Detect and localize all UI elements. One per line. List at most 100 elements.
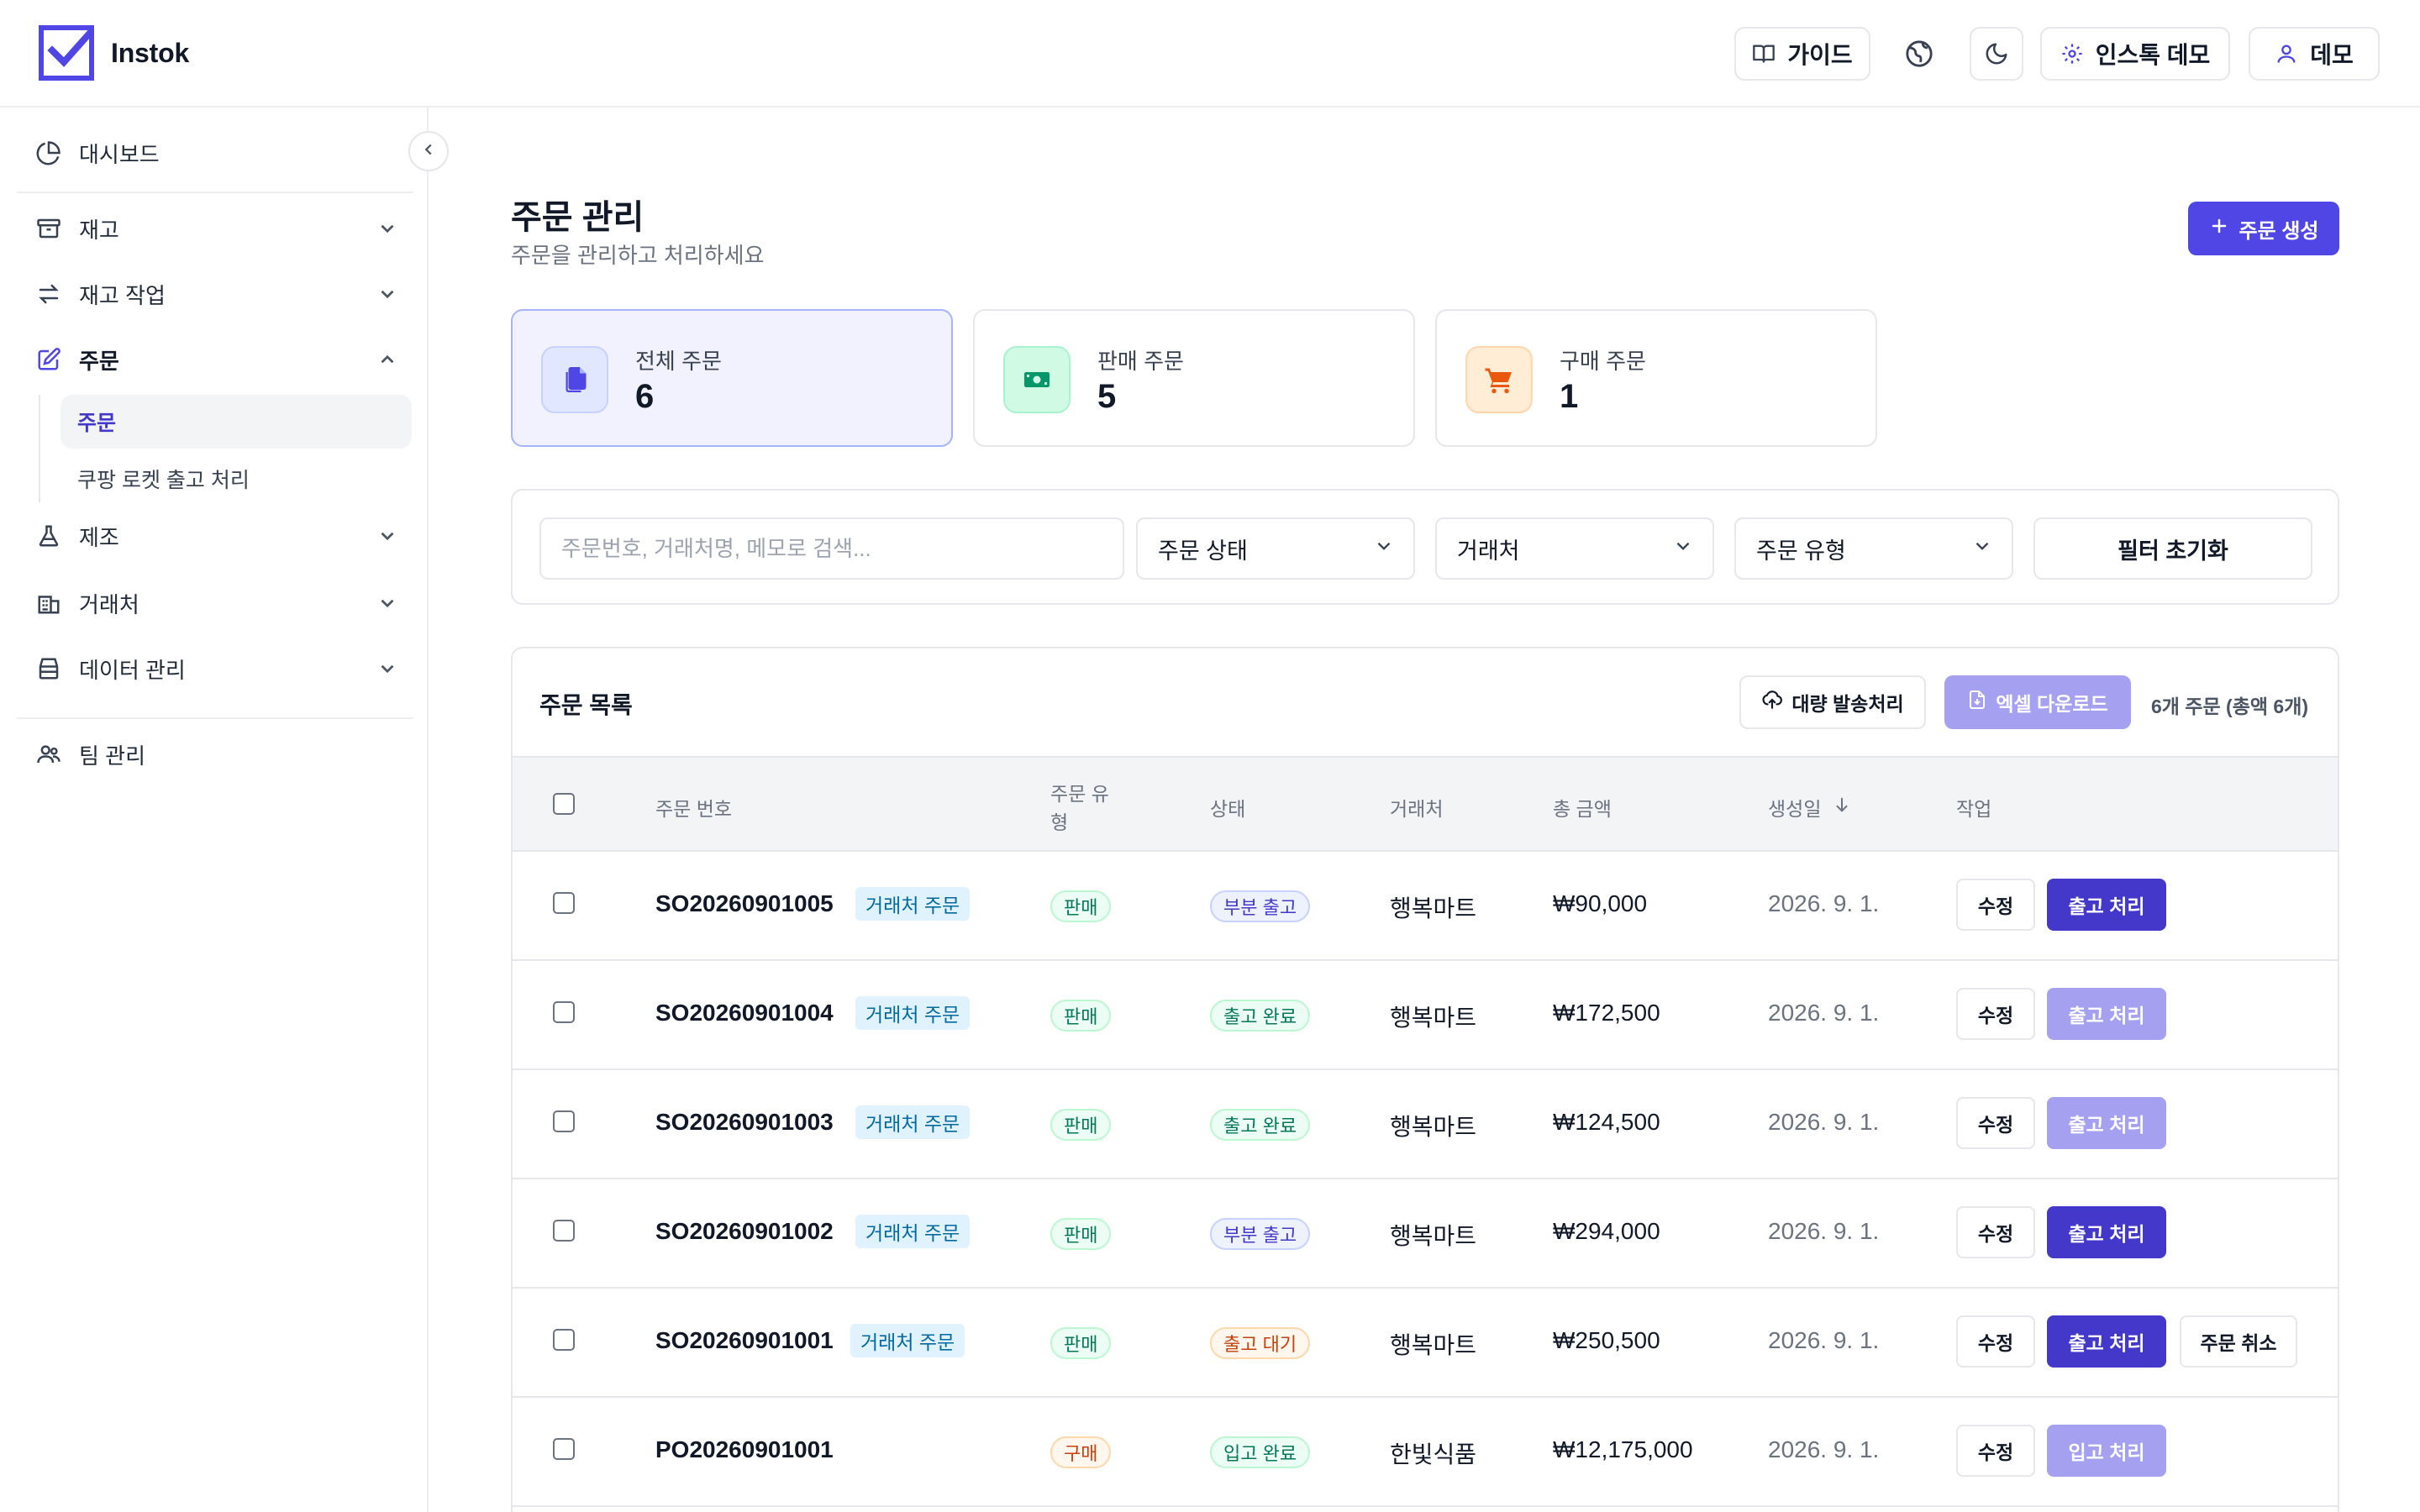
reset-filters-button[interactable]: 필터 초기화 [2033, 517, 2312, 580]
gear-icon [2060, 42, 2084, 66]
sidebar-item-inventory-tasks[interactable]: 재고 작업 [17, 269, 413, 319]
edit-button[interactable]: 수정 [1956, 1315, 2035, 1368]
arrows-exchange-icon [35, 281, 62, 307]
order-number[interactable]: PO20260901001 [655, 1436, 834, 1463]
stat-card-purchase-orders[interactable]: 구매 주문 1 [1435, 309, 1877, 447]
ship-button-disabled[interactable]: 출고 처리 [2047, 1097, 2166, 1149]
edit-order-icon [35, 346, 62, 373]
file-download-icon [1967, 690, 1987, 715]
stat-label: 구매 주문 [1560, 349, 1646, 374]
order-number[interactable]: SO20260901004 [655, 1000, 834, 1026]
order-type-badge: 구매 [1050, 1436, 1112, 1468]
row-checkbox[interactable] [553, 1110, 575, 1132]
order-list-card: 주문 목록 대량 발송처리 엑셀 다운로드 6개 주문 (총액 6개) 주문 번… [511, 647, 2339, 1512]
search-input[interactable] [539, 517, 1124, 580]
edit-button[interactable]: 수정 [1956, 1206, 2035, 1258]
submenu-guide-line [39, 395, 40, 502]
stat-value: 6 [635, 378, 655, 415]
sidebar-item-team[interactable]: 팀 관리 [17, 729, 413, 780]
created-date: 2026. 9. 1. [1768, 1436, 1880, 1462]
sidebar-item-orders[interactable]: 주문 [17, 334, 413, 385]
receive-button-disabled[interactable]: 입고 처리 [2047, 1425, 2166, 1477]
ship-button-disabled[interactable]: 출고 처리 [2047, 988, 2166, 1040]
table-row: SO20260901005 거래처 주문 판매 부분 출고 행복마트 ₩90,0… [513, 852, 2338, 961]
total-amount: ₩172,500 [1553, 1000, 1660, 1026]
user-icon [2275, 42, 2298, 66]
status-badge: 부분 출고 [1210, 1218, 1311, 1250]
ship-button[interactable]: 출고 처리 [2047, 1206, 2166, 1258]
edit-button[interactable]: 수정 [1956, 988, 2035, 1040]
row-checkbox[interactable] [553, 1220, 575, 1242]
app-name: Instok [111, 37, 190, 68]
row-checkbox[interactable] [553, 1329, 575, 1351]
created-date: 2026. 9. 1. [1768, 1000, 1880, 1026]
chevron-down-icon [1672, 535, 1694, 563]
sidebar-subitem-coupang-rocket[interactable]: 쿠팡 로켓 출고 처리 [60, 452, 412, 506]
customer-select[interactable]: 거래처 [1435, 517, 1714, 580]
edit-button[interactable]: 수정 [1956, 1425, 2035, 1477]
ship-button[interactable]: 출고 처리 [2047, 879, 2166, 931]
order-number[interactable]: SO20260901005 [655, 890, 834, 917]
stat-label: 판매 주문 [1097, 349, 1184, 374]
row-checkbox[interactable] [553, 1001, 575, 1023]
sidebar-item-dashboard[interactable]: 대시보드 [17, 128, 413, 178]
documents-icon [541, 346, 608, 413]
book-icon [1752, 42, 1776, 66]
excel-download-button[interactable]: 엑셀 다운로드 [1944, 675, 2131, 729]
col-amount: 총 금액 [1553, 798, 1612, 820]
table-row: PO20260901001 구매 입고 완료 한빛식품 ₩12,175,000 … [513, 1398, 2338, 1507]
created-date: 2026. 9. 1. [1768, 1109, 1880, 1135]
dark-mode-toggle[interactable] [1970, 27, 2023, 81]
status-badge: 부분 출고 [1210, 890, 1311, 922]
order-number[interactable]: SO20260901002 [655, 1218, 834, 1245]
create-order-button[interactable]: 주문 생성 [2188, 202, 2339, 255]
sidebar-item-label: 팀 관리 [79, 743, 145, 769]
cloud-upload-icon [1761, 689, 1783, 716]
workspace-label: 인스톡 데모 [2095, 42, 2211, 68]
table-row: SO20260901002 거래처 주문 판매 부분 출고 행복마트 ₩294,… [513, 1179, 2338, 1289]
order-type-select[interactable]: 주문 유형 [1734, 517, 2013, 580]
ship-button[interactable]: 출고 처리 [2047, 1315, 2166, 1368]
user-label: 데모 [2310, 42, 2354, 68]
sidebar-item-data-management[interactable]: 데이터 관리 [17, 643, 413, 694]
sidebar-collapse-button[interactable] [408, 131, 449, 171]
cart-icon [1465, 346, 1533, 413]
chevron-down-icon [376, 283, 398, 305]
sidebar-divider [17, 717, 413, 719]
list-title: 주문 목록 [539, 692, 633, 718]
total-amount: ₩12,175,000 [1553, 1436, 1693, 1462]
order-number[interactable]: SO20260901001 [655, 1327, 834, 1354]
cancel-order-button[interactable]: 주문 취소 [2180, 1315, 2297, 1368]
order-number[interactable]: SO20260901003 [655, 1109, 834, 1136]
filter-bar: 주문 상태 거래처 주문 유형 필터 초기화 [511, 489, 2339, 605]
edit-button[interactable]: 수정 [1956, 879, 2035, 931]
row-checkbox[interactable] [553, 892, 575, 914]
sidebar-item-inventory[interactable]: 재고 [17, 203, 413, 254]
bulk-ship-label: 대량 발송처리 [1791, 693, 1904, 715]
sidebar-subitem-orders[interactable]: 주문 [60, 395, 412, 449]
edit-button[interactable]: 수정 [1956, 1097, 2035, 1149]
row-checkbox[interactable] [553, 1438, 575, 1460]
sidebar-item-manufacturing[interactable]: 제조 [17, 511, 413, 561]
language-button[interactable] [1892, 27, 1946, 81]
stat-card-all-orders[interactable]: 전체 주문 6 [511, 309, 953, 447]
workspace-button[interactable]: 인스톡 데모 [2040, 27, 2230, 81]
sidebar-item-label: 대시보드 [79, 141, 160, 167]
status-badge: 입고 완료 [1210, 1436, 1311, 1468]
col-created-sort[interactable]: 생성일 [1768, 793, 1851, 822]
sidebar-item-customers[interactable]: 거래처 [17, 578, 413, 628]
col-status: 상태 [1210, 798, 1246, 820]
order-status-select[interactable]: 주문 상태 [1136, 517, 1415, 580]
bulk-ship-button[interactable]: 대량 발송처리 [1739, 675, 1926, 729]
total-amount: ₩294,000 [1553, 1218, 1660, 1244]
guide-button[interactable]: 가이드 [1734, 27, 1870, 81]
order-type-badge: 판매 [1050, 1109, 1112, 1141]
sidebar: 대시보드 재고 재고 작업 주문 주문 쿠팡 로켓 출고 처리 제조 거래처 데… [0, 108, 429, 1512]
database-icon [35, 655, 62, 682]
stat-card-sales-orders[interactable]: 판매 주문 5 [973, 309, 1415, 447]
chevron-down-icon [376, 218, 398, 239]
col-order-no[interactable]: 주문 번호 [655, 793, 732, 822]
user-menu-button[interactable]: 데모 [2249, 27, 2380, 81]
select-all-checkbox[interactable] [553, 793, 575, 815]
app-logo[interactable]: Instok [39, 25, 189, 81]
